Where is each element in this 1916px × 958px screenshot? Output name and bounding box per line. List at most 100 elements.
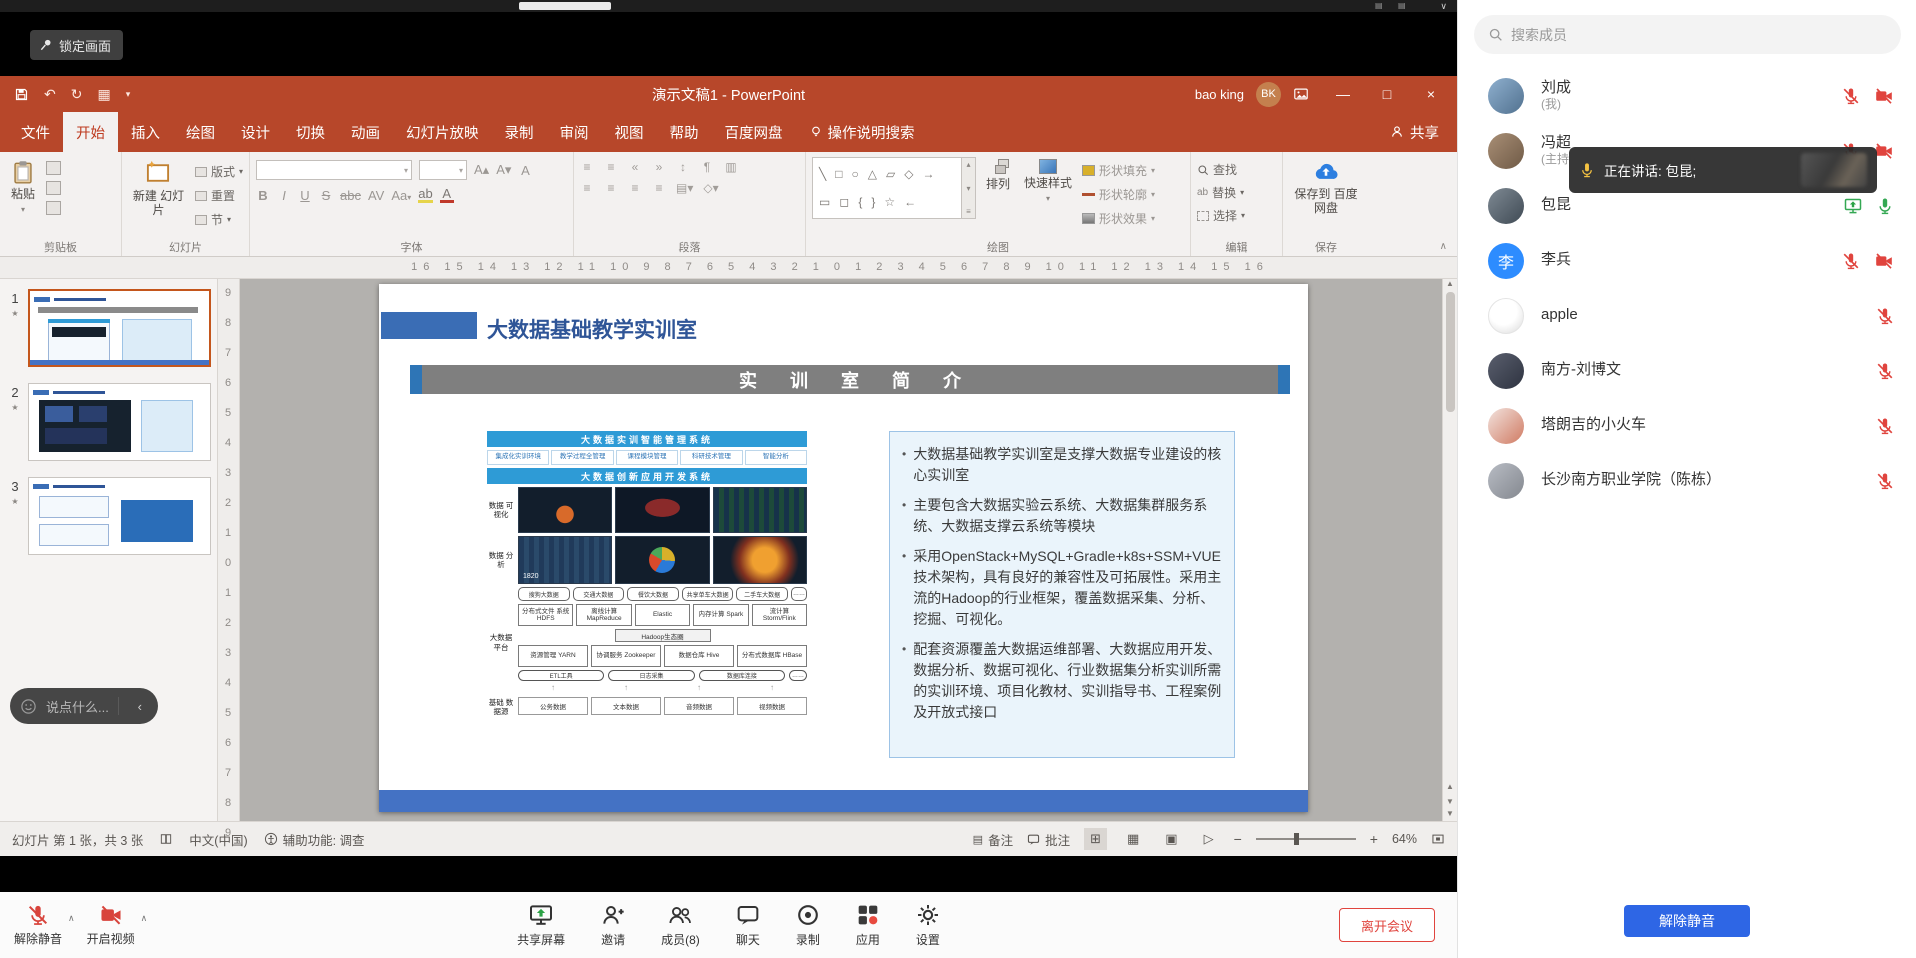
scroll-down-icon[interactable]: ▼ [1446, 809, 1454, 818]
italic-button[interactable]: I [277, 188, 291, 203]
chat-hint-text[interactable]: 说点什么... [46, 697, 109, 716]
tell-me-search[interactable]: 操作说明搜索 [796, 112, 928, 152]
architecture-diagram[interactable]: 大数据实训智能管理系统 集成化实训环境 教学过程全管理 课程模块管理 科研技术管… [487, 431, 807, 749]
slide-section-header[interactable]: 实 训 室 简 介 [410, 365, 1290, 394]
slide[interactable]: 大数据基础教学实训室 实 训 室 简 介 大数据实训智能管理系统 集成化实训环境… [379, 284, 1308, 812]
quick-chat-bubble[interactable]: 说点什么... ‹ [10, 688, 158, 724]
justify-button[interactable]: ≡ [652, 181, 666, 195]
mic-on-icon[interactable] [1876, 197, 1894, 215]
leave-meeting-button[interactable]: 离开会议 [1339, 908, 1435, 942]
vertical-scrollbar[interactable]: ▲ ▲ ▼ ▼ [1442, 279, 1457, 821]
shape-glyph-row[interactable]: ▭◻{}☆← [819, 195, 955, 209]
thumbnail-image[interactable] [28, 477, 211, 555]
section-button[interactable]: 节▾ [195, 211, 243, 228]
slide-thumbnail-3[interactable]: 3★ [2, 477, 211, 555]
save-icon[interactable] [14, 87, 29, 102]
mic-off-icon[interactable] [1876, 307, 1894, 325]
text-direction-button[interactable]: ¶ [700, 160, 714, 174]
align-left-button[interactable]: ≡ [580, 181, 594, 195]
tab-review[interactable]: 审阅 [547, 112, 602, 152]
member-row[interactable]: 长沙南方职业学院（陈栋） [1458, 453, 1916, 508]
quick-styles-button[interactable]: 快速样式 ▾ [1020, 157, 1076, 240]
tab-transitions[interactable]: 切换 [283, 112, 338, 152]
minimize-button[interactable]: — [1321, 76, 1365, 112]
record-button[interactable]: 录制 [796, 903, 820, 948]
font-name-combo[interactable]: ▾ [256, 160, 412, 180]
settings-button[interactable]: 设置 [916, 903, 940, 948]
tab-file[interactable]: 文件 [8, 112, 63, 152]
tab-design[interactable]: 设计 [228, 112, 283, 152]
thumbnail-image[interactable] [28, 383, 211, 461]
line-spacing-button[interactable]: ↕ [676, 160, 690, 174]
thumbnail-image[interactable] [28, 289, 211, 367]
smiley-icon[interactable] [20, 698, 37, 715]
columns-button[interactable]: ▥ [724, 160, 738, 174]
camera-off-icon[interactable] [1874, 87, 1894, 105]
bold-button[interactable]: B [256, 188, 270, 203]
slide-counter[interactable]: 幻灯片 第 1 张，共 3 张 [12, 830, 143, 849]
collapse-chat-icon[interactable]: ‹ [128, 694, 152, 718]
unmute-button[interactable]: 解除静音 [14, 904, 62, 947]
ribbon-display-options-icon[interactable] [1293, 86, 1309, 102]
camera-off-icon[interactable] [1874, 252, 1894, 270]
shadow-button[interactable]: S [319, 188, 333, 203]
language-status[interactable]: 中文(中国) [189, 830, 247, 849]
shapes-gallery-scroll[interactable]: ▴▾≡ [962, 157, 976, 219]
horizontal-ruler[interactable]: 16 15 14 13 12 11 10 9 8 7 6 5 4 3 2 1 0… [0, 257, 1457, 279]
slide-sorter-view-button[interactable]: ▦ [1121, 828, 1145, 850]
start-video-button[interactable]: 开启视频 [87, 904, 135, 947]
video-options-chevron-icon[interactable]: ∧ [141, 913, 148, 924]
start-slideshow-icon[interactable]: ▦ [97, 86, 110, 103]
tab-animations[interactable]: 动画 [338, 112, 393, 152]
member-search-box[interactable] [1474, 15, 1901, 54]
mic-off-icon[interactable] [1876, 362, 1894, 380]
save-to-baidu-pan-button[interactable]: 保存到 百度网盘 [1289, 157, 1363, 240]
decrease-indent-button[interactable]: « [628, 160, 642, 174]
next-slide-button[interactable]: ▼ [1446, 797, 1454, 806]
zoom-out-button[interactable]: − [1234, 831, 1242, 847]
copy-icon[interactable] [46, 181, 61, 195]
mic-off-icon[interactable] [1842, 87, 1860, 105]
tab-insert[interactable]: 插入 [118, 112, 173, 152]
underline-button[interactable]: U [298, 188, 312, 203]
account-name[interactable]: bao king [1195, 87, 1244, 102]
previous-slide-button[interactable]: ▲ [1446, 782, 1454, 791]
bullets-button[interactable]: ≡ [580, 160, 594, 174]
tab-home[interactable]: 开始 [63, 112, 118, 152]
scroll-up-icon[interactable]: ▲ [1446, 279, 1454, 288]
mic-off-icon[interactable] [1842, 252, 1860, 270]
slide-thumbnail-2[interactable]: 2★ [2, 383, 211, 461]
member-row[interactable]: apple [1458, 288, 1916, 343]
font-color-button[interactable]: A [440, 187, 454, 203]
replace-button[interactable]: ab 替换▾ [1197, 184, 1245, 201]
zoom-slider-thumb[interactable] [1294, 833, 1299, 845]
zoom-in-button[interactable]: + [1370, 831, 1378, 847]
shrink-font-button[interactable]: A▾ [496, 162, 511, 178]
font-size-combo[interactable]: ▾ [419, 160, 467, 180]
new-slide-button[interactable]: 新建 幻灯片 [128, 157, 189, 240]
mic-options-chevron-icon[interactable]: ∧ [68, 913, 75, 924]
share-screen-button[interactable]: 共享屏幕 [517, 903, 565, 948]
reading-view-button[interactable]: ▣ [1159, 828, 1183, 850]
mic-off-icon[interactable] [1876, 417, 1894, 435]
reset-button[interactable]: 重置 [195, 187, 243, 204]
lock-screen-button[interactable]: 锁定画面 [30, 30, 123, 60]
align-right-button[interactable]: ≡ [628, 181, 642, 195]
layout-button[interactable]: 版式▾ [195, 163, 243, 180]
zoom-level[interactable]: 64% [1392, 832, 1417, 846]
strikethrough-button[interactable]: abc [340, 188, 361, 203]
chat-button[interactable]: 聊天 [736, 903, 760, 948]
grow-font-button[interactable]: A▴ [474, 162, 489, 178]
member-row[interactable]: 李 李兵 [1458, 233, 1916, 288]
comments-button[interactable]: 批注 [1027, 830, 1070, 849]
tab-baidu-pan[interactable]: 百度网盘 [712, 112, 796, 152]
share-button[interactable]: 共享 [1372, 112, 1457, 152]
tab-draw[interactable]: 绘图 [173, 112, 228, 152]
smartart-button[interactable]: ◇▾ [703, 181, 718, 195]
collapse-ribbon-icon[interactable]: ∧ [1440, 241, 1447, 252]
member-row[interactable]: 南方-刘博文 [1458, 343, 1916, 398]
accessibility-status[interactable]: 辅助功能: 调查 [264, 830, 365, 849]
screen-sharing-icon[interactable] [1844, 197, 1862, 215]
normal-view-button[interactable]: ⊞ [1084, 828, 1107, 850]
tab-record[interactable]: 录制 [492, 112, 547, 152]
